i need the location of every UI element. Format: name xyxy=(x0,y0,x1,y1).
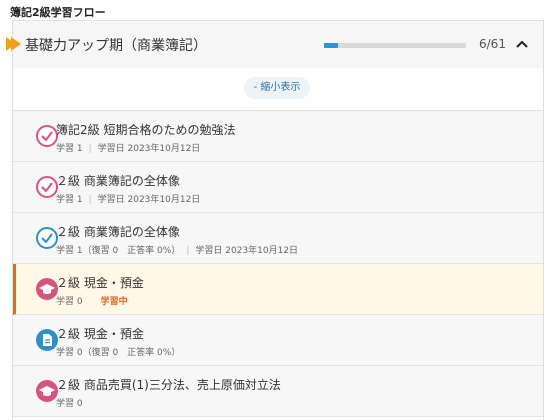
item-study-count: 学習 1（復習 0 正答率 0%） xyxy=(56,246,181,256)
progress-count: 6/61 xyxy=(479,37,506,51)
list-item-current[interactable]: ２級 現金・預金 学習 0 学習中 xyxy=(13,264,543,315)
list-item[interactable]: 簿記2級 短期合格のための勉強法 学習 1 | 学習日 2023年10月12日 xyxy=(13,111,543,162)
item-meta: 学習 0 学習中 xyxy=(56,294,128,307)
item-study-date: 学習日 2023年10月12日 xyxy=(97,144,201,154)
item-title: ２級 現金・預金 xyxy=(56,327,144,341)
chevron-up-icon[interactable] xyxy=(515,37,529,51)
item-study-count: 学習 1 xyxy=(56,144,83,154)
progress-fill xyxy=(324,43,338,48)
status-badge: 学習中 xyxy=(100,297,128,307)
page-title: 簿記2級学習フロー xyxy=(10,6,106,19)
list-item[interactable]: ２級 現金・預金 学習 0（復習 0 正答率 0%） xyxy=(13,315,543,366)
document-icon xyxy=(36,329,58,351)
progress-bar xyxy=(324,43,466,48)
item-study-date: 学習日 2023年10月12日 xyxy=(195,246,299,256)
item-meta: 学習 1 | 学習日 2023年10月12日 xyxy=(56,195,201,205)
item-study-count: 学習 0（復習 0 正答率 0%） xyxy=(56,348,181,358)
section-title: 基礎力アップ期（商業簿記） xyxy=(25,38,207,54)
item-title: 簿記2級 短期合格のための勉強法 xyxy=(56,123,236,137)
item-meta: 学習 0（復習 0 正答率 0%） xyxy=(56,345,180,358)
list-item[interactable]: ２級 商業簿記の全体像 学習 1（復習 0 正答率 0%） | 学習日 2023年1… xyxy=(13,213,543,264)
item-title: ２級 商業簿記の全体像 xyxy=(56,225,180,239)
check-icon xyxy=(36,176,58,198)
collapse-view-button[interactable]: - 縮小表示 xyxy=(244,77,310,99)
item-title: ２級 商品売買(1)三分法、売上原価対立法 xyxy=(56,378,281,392)
check-icon xyxy=(36,125,58,147)
item-meta: 学習 0 xyxy=(56,396,83,409)
item-meta: 学習 1 | 学習日 2023年10月12日 xyxy=(56,144,201,154)
toggle-row: - 縮小表示 xyxy=(13,68,543,111)
item-study-date: 学習日 2023年10月12日 xyxy=(97,195,201,205)
section-header[interactable]: 基礎力アップ期（商業簿記） 6/61 xyxy=(6,20,543,69)
check-icon xyxy=(36,227,58,249)
item-title: ２級 商業簿記の全体像 xyxy=(56,174,180,188)
item-title: ２級 現金・預金 xyxy=(56,276,144,290)
list-item[interactable]: ２級 商品売買(1)三分法、売上原価対立法 学習 0 xyxy=(13,366,543,417)
section-marker-icon xyxy=(6,37,21,51)
graduation-cap-icon xyxy=(36,380,58,402)
graduation-cap-icon xyxy=(36,278,58,300)
study-flow-panel: 基礎力アップ期（商業簿記） 6/61 - 縮小表示 簿記2級 短期合格のための勉… xyxy=(6,20,544,420)
item-study-count: 学習 1 xyxy=(56,195,83,205)
item-study-count: 学習 0 xyxy=(56,297,83,307)
list-item[interactable]: ２級 商業簿記の全体像 学習 1 | 学習日 2023年10月12日 xyxy=(13,162,543,213)
item-meta: 学習 1（復習 0 正答率 0%） | 学習日 2023年10月12日 xyxy=(56,246,299,256)
